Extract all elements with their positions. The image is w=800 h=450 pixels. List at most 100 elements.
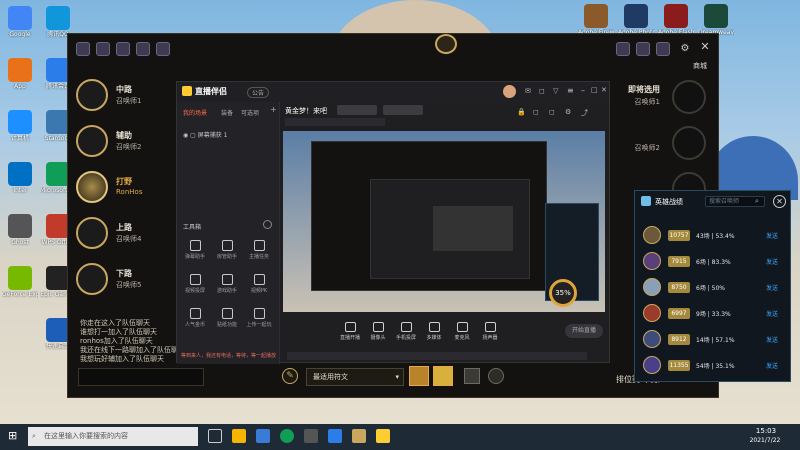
league-icon[interactable]	[352, 429, 366, 443]
minimize-icon[interactable]: –	[581, 86, 585, 95]
enemy-icon[interactable]	[616, 42, 630, 56]
settings-gear-icon[interactable]: ⚙	[678, 42, 692, 56]
desktop-icon[interactable]: Dreamweaver	[698, 4, 734, 36]
settings-gear-icon[interactable]: ⚙	[565, 108, 571, 116]
start-live-button[interactable]: 开始直播	[565, 324, 603, 338]
search-icon[interactable]: ⌕	[755, 197, 759, 206]
send-button[interactable]: 发送	[766, 231, 778, 240]
clock-time[interactable]: 15:03	[744, 427, 788, 435]
summoner-icon[interactable]	[116, 42, 130, 56]
desktop-icon[interactable]: Adobe Flash	[658, 4, 694, 36]
spell-smite-icon[interactable]	[433, 366, 453, 386]
summoner-icon[interactable]	[76, 42, 90, 56]
send-button[interactable]: 发送	[766, 257, 778, 266]
team-slot[interactable]: 上路 召唤师4	[76, 214, 186, 254]
stream-tool[interactable]: 多媒体	[421, 322, 447, 341]
maximize-icon[interactable]: □	[591, 86, 598, 94]
toolbox-item[interactable]: 房管助手	[213, 240, 241, 260]
toolbox-item[interactable]: 弹幕助手	[181, 240, 209, 260]
enemy-icon[interactable]	[636, 42, 650, 56]
summoner-icon[interactable]	[96, 42, 110, 56]
emote-icon[interactable]	[488, 368, 504, 384]
mail-icon[interactable]	[328, 429, 342, 443]
app-icon[interactable]	[256, 429, 270, 443]
desktop-icon[interactable]: Google	[2, 6, 38, 38]
team-slot[interactable]: 中路 召唤师1	[76, 76, 186, 116]
desktop-icon[interactable]: Adobe Photoshop	[618, 4, 654, 36]
team-slot[interactable]: 辅助 召唤师2	[76, 122, 186, 162]
clock-date[interactable]: 2021/7/22	[740, 437, 790, 444]
slot-role: 打野	[116, 177, 132, 186]
scene-item[interactable]: ◉ ▢ 屏幕捕获 1	[183, 130, 227, 139]
gift-icon[interactable]: ◻	[539, 87, 545, 95]
add-scene-icon[interactable]: +	[270, 105, 277, 114]
tool-icon	[221, 240, 233, 251]
toolbox-item[interactable]: 贴纸功能	[213, 308, 241, 328]
tab-equipment[interactable]: 装备	[221, 108, 233, 117]
enemy-icon[interactable]	[656, 42, 670, 56]
summoner-icon[interactable]	[136, 42, 150, 56]
stream-tool[interactable]: 麦克风	[449, 322, 475, 341]
toolbox-toggle-icon[interactable]	[263, 220, 272, 229]
toolbox-item[interactable]: 上传一起玩	[245, 308, 273, 328]
close-icon[interactable]: ✕	[773, 195, 786, 208]
stream-tool[interactable]: 直播开播	[337, 322, 363, 341]
skin-icon[interactable]	[464, 368, 480, 384]
toolbox-item[interactable]: 游戏助手	[213, 274, 241, 294]
stream-tool[interactable]: 手机投屏	[393, 322, 419, 341]
filter-icon[interactable]: ▽	[553, 87, 558, 95]
close-icon[interactable]: ✕	[601, 86, 607, 94]
app-tag[interactable]: 公告	[247, 87, 270, 98]
app-icon	[8, 6, 32, 30]
desktop-icon[interactable]: Ghost	[2, 214, 38, 246]
edit-title-button[interactable]	[383, 105, 423, 115]
desktop-icon[interactable]: GeForce Experience	[2, 266, 38, 298]
stream-tool[interactable]: 扬声器	[477, 322, 503, 341]
gift-icon[interactable]: ◻	[549, 108, 555, 116]
tab-options[interactable]: 可选项	[241, 108, 259, 117]
toolbox-item[interactable]: 视频投屏	[181, 274, 209, 294]
toolbox-item[interactable]: 主播任务	[245, 240, 273, 260]
tool-icon	[253, 274, 265, 285]
chat-input[interactable]	[78, 368, 204, 386]
slot-label: 即将选用	[628, 85, 660, 94]
team-slot[interactable]: 下路 召唤师5	[76, 260, 186, 300]
summoner-icon[interactable]	[156, 42, 170, 56]
task-view-icon[interactable]	[208, 429, 222, 443]
desktop-icon[interactable]: App	[2, 58, 38, 90]
tool-label: 贴纸功能	[216, 322, 237, 328]
app-icon	[8, 214, 32, 238]
windows-start-icon[interactable]: ⊞	[8, 430, 20, 442]
shop-label[interactable]: 商城	[693, 61, 707, 71]
desktop-icon[interactable]: Adobe Fireworks	[578, 4, 614, 36]
send-button[interactable]: 发送	[766, 361, 778, 370]
category-select[interactable]	[337, 105, 377, 115]
desktop-icon[interactable]: Intel	[2, 162, 38, 194]
avatar[interactable]	[503, 85, 516, 98]
stream-app-icon[interactable]	[376, 429, 390, 443]
spell-flash-icon[interactable]	[409, 366, 429, 386]
desktop-icon[interactable]: 计算机	[2, 110, 38, 142]
app-icon[interactable]	[304, 429, 318, 443]
close-icon[interactable]: ✕	[698, 40, 712, 54]
taskbar: ⊞ ⌕ 在这里输入你要搜索的内容 15:03 2021/7/22	[0, 424, 800, 450]
rune-edit-icon[interactable]: ✎	[282, 368, 298, 384]
menu-icon[interactable]: ≡	[567, 86, 574, 95]
tab-my-scenes[interactable]: 我的场景	[183, 108, 207, 117]
stream-tool[interactable]: 摄像头	[365, 322, 391, 341]
message-icon[interactable]: ✉	[525, 87, 531, 95]
file-explorer-icon[interactable]	[232, 429, 246, 443]
lock-icon[interactable]: 🔒	[517, 108, 526, 116]
team-slot[interactable]: 打野 RonHos	[76, 168, 186, 208]
taskbar-search-input[interactable]: ⌕ 在这里输入你要搜索的内容	[28, 427, 198, 446]
copy-icon[interactable]: ◻	[533, 108, 539, 116]
toolbox-item[interactable]: 视频PK	[245, 274, 273, 294]
rune-page-select[interactable]: 最适用符文 ▾	[306, 368, 404, 386]
toolbox-item[interactable]: 人气金币	[181, 308, 209, 328]
edge-icon[interactable]	[280, 429, 294, 443]
send-button[interactable]: 发送	[766, 335, 778, 344]
share-icon[interactable]: ⤴	[581, 108, 588, 118]
send-button[interactable]: 发送	[766, 283, 778, 292]
tool-icon	[484, 322, 496, 332]
send-button[interactable]: 发送	[766, 309, 778, 318]
